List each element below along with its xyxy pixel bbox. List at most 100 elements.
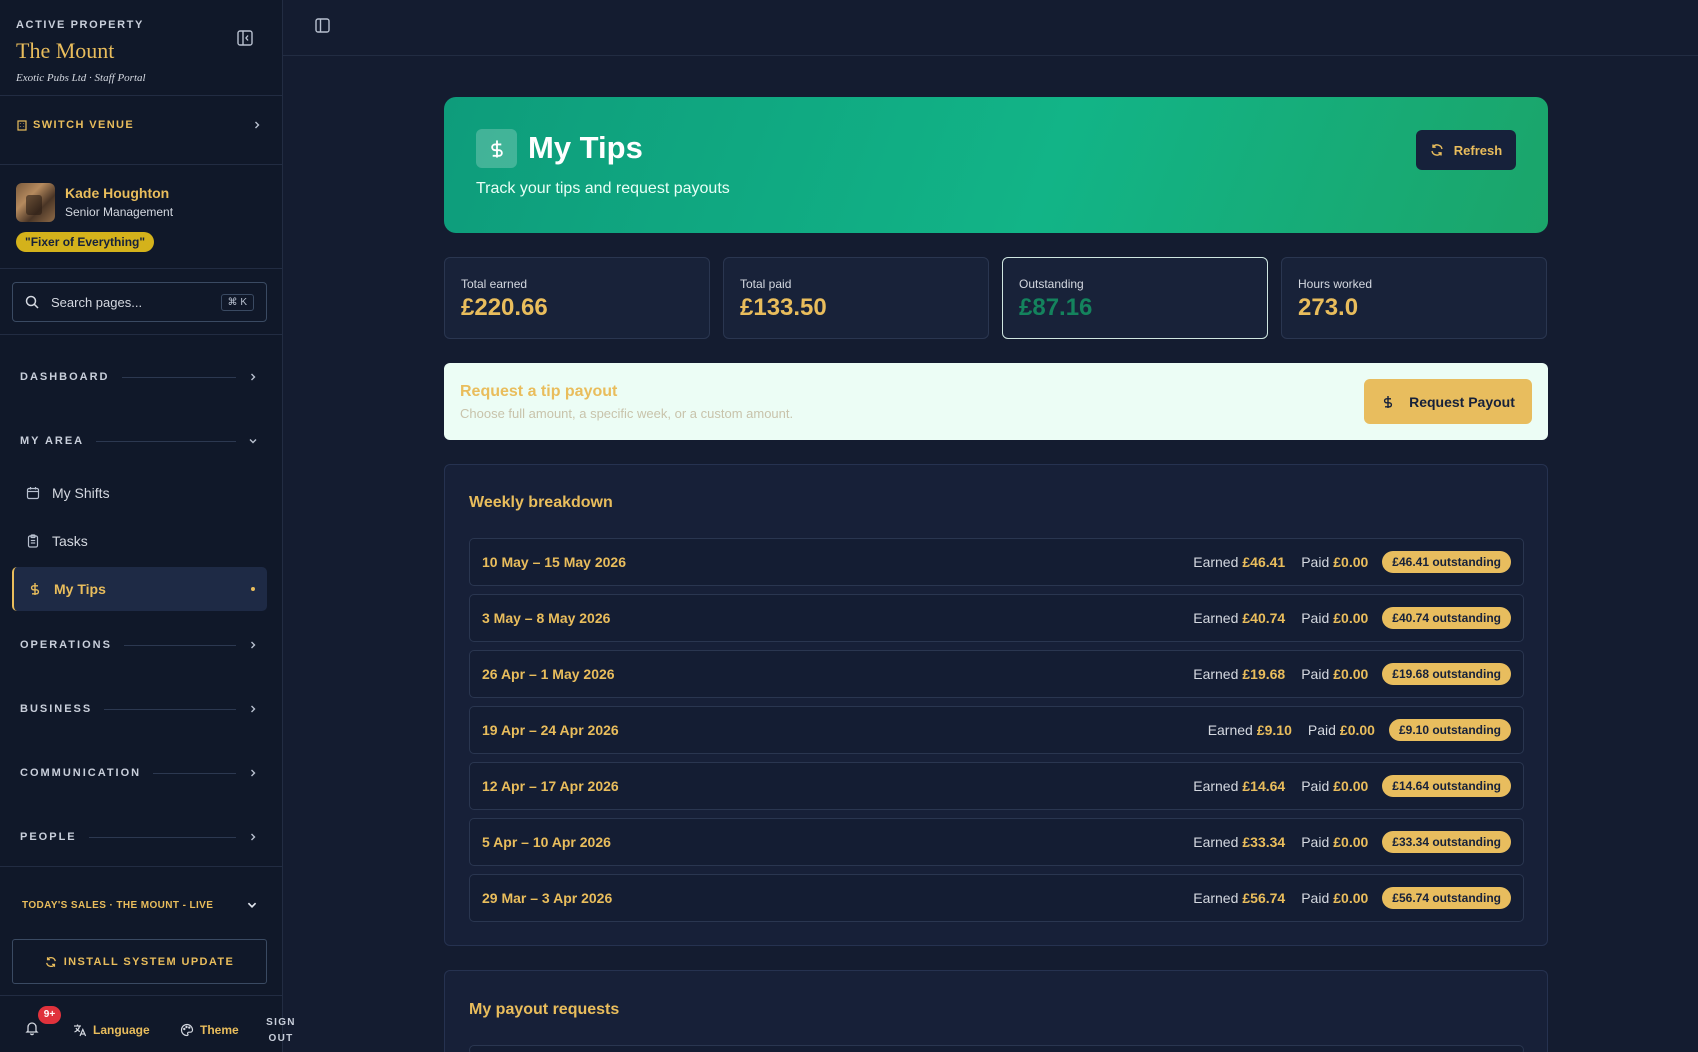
section-people[interactable]: PEOPLE (20, 829, 258, 845)
section-dashboard[interactable]: DASHBOARD (20, 369, 258, 385)
stat-label: Total paid (740, 277, 792, 291)
table-row: 5 Apr – 10 Apr 2026 Earned £33.34 Paid £… (469, 818, 1524, 866)
stat-value: £133.50 (740, 294, 827, 321)
section-communication[interactable]: COMMUNICATION (20, 765, 258, 781)
property-eyebrow: ACTIVE PROPERTY (16, 19, 144, 31)
sidebar-item-my-tips[interactable]: My Tips (12, 567, 267, 611)
sidebar-item-my-shifts[interactable]: My Shifts (12, 471, 267, 515)
bell-icon[interactable] (24, 1020, 44, 1040)
outstanding-badge: £19.68 outstanding (1382, 663, 1511, 685)
payout-subtitle: Choose full amount, a specific week, or … (460, 406, 794, 421)
outstanding-badge: £9.10 outstanding (1388, 719, 1511, 741)
chevron-down-icon (246, 899, 258, 911)
stat-total-paid: Total paid £133.50 (723, 257, 989, 339)
paid-label: Paid (1307, 722, 1336, 738)
earned-label: Earned (1207, 722, 1253, 738)
collapse-sidebar-icon[interactable] (236, 29, 254, 47)
user-title-badge: "Fixer of Everything" (16, 232, 155, 252)
page-title: My Tips (528, 130, 643, 165)
sidebar-toggle-icon[interactable] (314, 17, 331, 34)
switch-venue-label: SWITCH VENUE (33, 119, 135, 131)
refresh-icon (45, 956, 57, 968)
divider (0, 164, 283, 165)
theme-button[interactable]: Theme (180, 1023, 239, 1037)
chevron-right-icon (248, 372, 258, 382)
stat-label: Outstanding (1019, 277, 1084, 291)
paid-amount: £0.00 (1333, 778, 1369, 794)
divider (0, 95, 283, 96)
week-range: 10 May – 15 May 2026 (482, 554, 626, 570)
refresh-icon (1430, 143, 1444, 157)
payout-requests-title: My payout requests (469, 1001, 620, 1018)
stat-hours-worked: Hours worked 273.0 (1281, 257, 1547, 339)
week-range: 5 Apr – 10 Apr 2026 (482, 834, 611, 850)
table-row: 19 Apr – 24 Apr 2026 Earned £9.10 Paid £… (469, 706, 1524, 754)
stat-outstanding: Outstanding £87.16 (1002, 257, 1268, 339)
stat-value: 273.0 (1298, 294, 1359, 321)
section-my-area[interactable]: MY AREA (20, 433, 258, 449)
page-header: My Tips Track your tips and request payo… (444, 97, 1548, 233)
request-payout-label: Request Payout (1409, 393, 1515, 410)
earned-amount: £40.74 (1242, 610, 1286, 626)
refresh-button[interactable]: Refresh (1416, 130, 1516, 170)
search-placeholder: Search pages... (51, 294, 143, 310)
table-row: 12 Apr – 17 Apr 2026 Earned £14.64 Paid … (469, 762, 1524, 810)
section-label: BUSINESS (20, 703, 93, 715)
stat-value: £220.66 (461, 294, 548, 321)
todays-sales-toggle[interactable]: TODAY'S SALES · THE MOUNT - LIVE (22, 897, 258, 913)
outstanding-badge: £33.34 outstanding (1382, 831, 1511, 853)
search-shortcut: ⌘ K (220, 293, 254, 311)
section-business[interactable]: BUSINESS (20, 701, 258, 717)
outstanding-badge: £14.64 outstanding (1382, 775, 1511, 797)
outstanding-badge: £46.41 outstanding (1382, 551, 1511, 573)
switch-venue-button[interactable]: SWITCH VENUE (16, 115, 262, 135)
section-label: PEOPLE (20, 831, 77, 843)
chevron-right-icon (248, 704, 258, 714)
stat-value: £87.16 (1019, 294, 1093, 321)
paid-label: Paid (1301, 778, 1330, 794)
week-range: 19 Apr – 24 Apr 2026 (482, 722, 619, 738)
chevron-down-icon (248, 436, 258, 446)
section-label: MY AREA (20, 435, 85, 447)
language-button[interactable]: Language (73, 1023, 150, 1037)
earned-amount: £14.64 (1242, 778, 1286, 794)
translate-icon (73, 1023, 87, 1037)
stat-total-earned: Total earned £220.66 (444, 257, 710, 339)
property-header: ACTIVE PROPERTY The Mount Exotic Pubs Lt… (16, 19, 266, 84)
paid-amount: £0.00 (1333, 554, 1369, 570)
earned-label: Earned (1193, 554, 1239, 570)
topbar (283, 0, 1698, 56)
table-row: 29 Mar – 3 Apr 2026 Earned £56.74 Paid £… (469, 874, 1524, 922)
paid-amount: £0.00 (1333, 890, 1369, 906)
notification-count-badge: 9+ (38, 1006, 61, 1024)
earned-label: Earned (1193, 890, 1239, 906)
divider (0, 268, 283, 269)
section-label: OPERATIONS (20, 639, 112, 651)
paid-label: Paid (1301, 666, 1330, 682)
sidebar-item-tasks[interactable]: Tasks (12, 519, 267, 563)
paid-label: Paid (1301, 610, 1330, 626)
divider (0, 866, 283, 867)
search-input[interactable]: Search pages... ⌘ K (12, 282, 267, 322)
sidebar-item-label: My Shifts (52, 485, 110, 501)
week-range: 26 Apr – 1 May 2026 (482, 666, 615, 682)
paid-amount: £0.00 (1333, 834, 1369, 850)
request-payout-button[interactable]: Request Payout (1364, 379, 1532, 424)
dollar-icon (476, 129, 517, 168)
sidebar: ACTIVE PROPERTY The Mount Exotic Pubs Lt… (0, 0, 295, 1052)
stat-label: Hours worked (1298, 277, 1373, 291)
earned-amount: £33.34 (1242, 834, 1286, 850)
sidebar-item-label: My Tips (54, 581, 106, 597)
building-icon (16, 119, 28, 131)
user-name: Kade Houghton (65, 185, 170, 201)
sign-out-button[interactable]: SIGN OUT (264, 1015, 298, 1047)
earned-amount: £19.68 (1242, 666, 1286, 682)
section-operations[interactable]: OPERATIONS (20, 637, 258, 653)
sidebar-item-label: Tasks (52, 533, 88, 549)
install-update-button[interactable]: INSTALL SYSTEM UPDATE (12, 939, 267, 984)
divider (0, 334, 283, 335)
stat-label: Total earned (461, 277, 528, 291)
dollar-icon (1381, 395, 1395, 409)
user-profile[interactable]: Kade Houghton Senior Management (16, 181, 266, 223)
palette-icon (180, 1023, 194, 1037)
